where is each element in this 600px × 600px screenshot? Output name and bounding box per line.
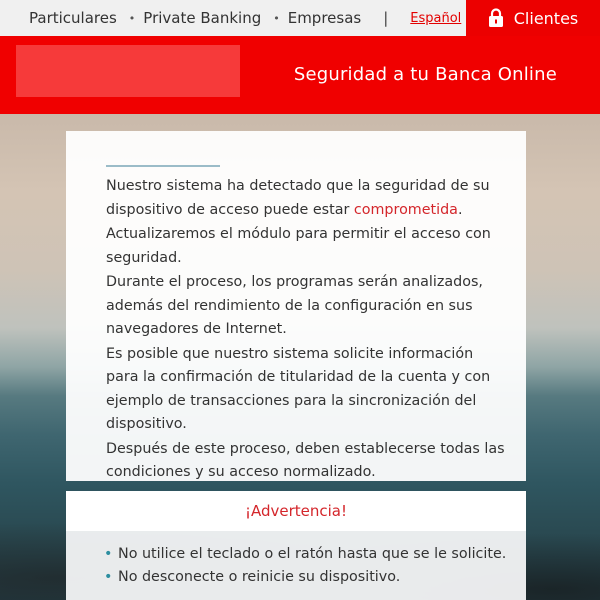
- message-paragraph-5: Después de este proceso, deben establece…: [106, 440, 505, 481]
- nav-dot-separator: •: [128, 11, 136, 25]
- clients-label: Clientes: [513, 8, 579, 28]
- nav-bar-separator: |: [383, 9, 389, 27]
- site-header: Seguridad a tu Banca Online: [0, 36, 600, 114]
- message-paragraph-2: Actualizaremos el módulo para permitir e…: [106, 226, 491, 266]
- page-title: Seguridad a tu Banca Online: [293, 64, 557, 85]
- warning-card: ¡Advertencia! No utilice el teclado o el…: [66, 491, 526, 600]
- message-paragraph-1: Nuestro sistema ha detectado que la segu…: [106, 178, 490, 218]
- top-bar: Particulares • Private Banking • Empresa…: [0, 0, 600, 36]
- compromised-word: comprometida: [353, 201, 458, 218]
- logo[interactable]: [16, 45, 240, 97]
- list-item: No desconecte o reinicie su dispositivo.: [104, 566, 506, 589]
- list-item: No utilice el teclado o el ratón hasta q…: [104, 543, 506, 566]
- nav-particulares-link[interactable]: Particulares: [29, 9, 117, 27]
- message-paragraph-3: Durante el proceso, los programas serán …: [106, 274, 483, 337]
- nav-private-banking-link[interactable]: Private Banking: [143, 9, 261, 27]
- warning-title: ¡Advertencia!: [66, 491, 526, 531]
- lock-icon: [488, 8, 504, 28]
- nav-empresas-link[interactable]: Empresas: [288, 9, 362, 27]
- nav-dot-separator: •: [273, 11, 280, 25]
- warning-list: No utilice el teclado o el ratón hasta q…: [104, 543, 506, 588]
- language-link[interactable]: Español: [410, 11, 461, 26]
- clients-login-button[interactable]: Clientes: [466, 0, 600, 36]
- card-divider: [106, 165, 220, 167]
- security-message-card: Nuestro sistema ha detectado que la segu…: [66, 131, 526, 481]
- message-body: Nuestro sistema ha detectado que la segu…: [106, 175, 506, 485]
- message-paragraph-4: Es posible que nuestro sistema solicite …: [106, 345, 491, 433]
- segment-nav: Particulares • Private Banking • Empresa…: [29, 0, 461, 36]
